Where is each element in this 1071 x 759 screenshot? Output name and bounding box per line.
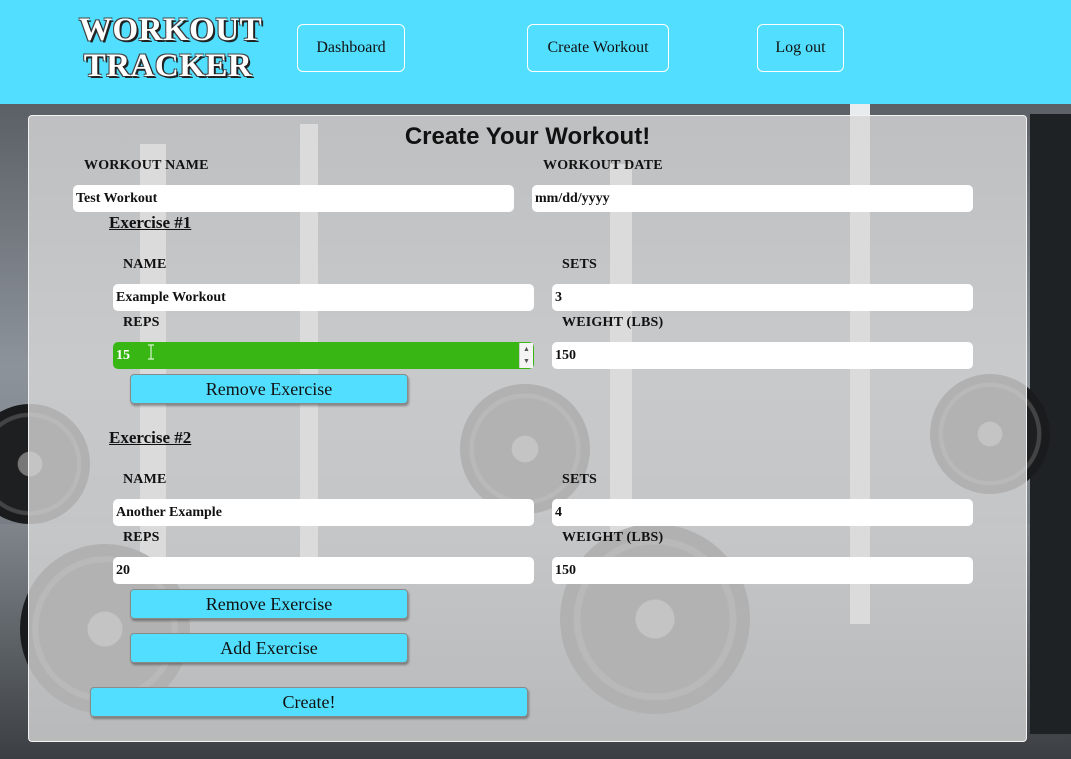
create-workout-submit-button[interactable]: Create! — [90, 687, 528, 717]
exercise-2-sets-label: SETS — [562, 472, 598, 487]
workout-name-label: WORKOUT NAME — [84, 158, 209, 173]
spinner-down-icon[interactable]: ▼ — [523, 358, 530, 365]
exercise-1-reps-label: REPS — [123, 315, 160, 330]
nav-logout-button[interactable]: Log out — [757, 24, 844, 72]
exercise-1-weight-input[interactable]: 150 — [552, 342, 973, 369]
page-title: Create Your Workout! — [404, 123, 651, 150]
exercise-2-heading: Exercise #2 — [109, 428, 192, 447]
exercise-1-sets-label: SETS — [562, 257, 598, 272]
exercise-1-weight-label: WEIGHT (LBS) — [562, 315, 664, 330]
exercise-2-reps-label: REPS — [123, 530, 160, 545]
spinner-up-icon[interactable]: ▲ — [523, 345, 530, 353]
text-cursor-icon — [148, 344, 154, 360]
exercise-2-sets-input[interactable]: 4 — [552, 499, 973, 526]
exercise-2-name-input[interactable]: Another Example — [113, 499, 534, 526]
number-spinner[interactable]: ▲ ▼ — [519, 343, 533, 368]
exercise-2-name-label: NAME — [123, 472, 167, 487]
exercise-2-remove-button[interactable]: Remove Exercise — [130, 589, 408, 619]
create-workout-form: Create Your Workout! WORKOUT NAME WORKOU… — [28, 115, 1027, 742]
nav-dashboard-button[interactable]: Dashboard — [297, 24, 405, 72]
workout-date-label: WORKOUT DATE — [543, 158, 663, 173]
nav-create-workout-button[interactable]: Create Workout — [527, 24, 669, 72]
logo-line-2: TRACKER — [83, 48, 253, 84]
exercise-1-remove-button[interactable]: Remove Exercise — [130, 374, 408, 404]
exercise-1-heading: Exercise #1 — [109, 213, 192, 232]
app-logo: WORKOUT TRACKER — [79, 12, 263, 84]
top-header: WORKOUT TRACKER Dashboard Create Workout… — [0, 0, 1071, 104]
exercise-1-name-input[interactable]: Example Workout — [113, 284, 534, 311]
logo-line-1: WORKOUT — [79, 12, 263, 48]
exercise-1-sets-input[interactable]: 3 — [552, 284, 973, 311]
exercise-1-name-label: NAME — [123, 257, 167, 272]
exercise-2-weight-input[interactable]: 150 — [552, 557, 973, 584]
exercise-1-reps-input[interactable]: 15 ▲ ▼ — [113, 342, 534, 369]
exercise-2-reps-input[interactable]: 20 — [113, 557, 534, 584]
workout-name-input[interactable]: Test Workout — [73, 185, 514, 212]
workout-date-input[interactable]: mm/dd/yyyy — [532, 185, 973, 212]
add-exercise-button[interactable]: Add Exercise — [130, 633, 408, 663]
exercise-1-reps-value: 15 — [116, 347, 130, 363]
exercise-2-weight-label: WEIGHT (LBS) — [562, 530, 664, 545]
